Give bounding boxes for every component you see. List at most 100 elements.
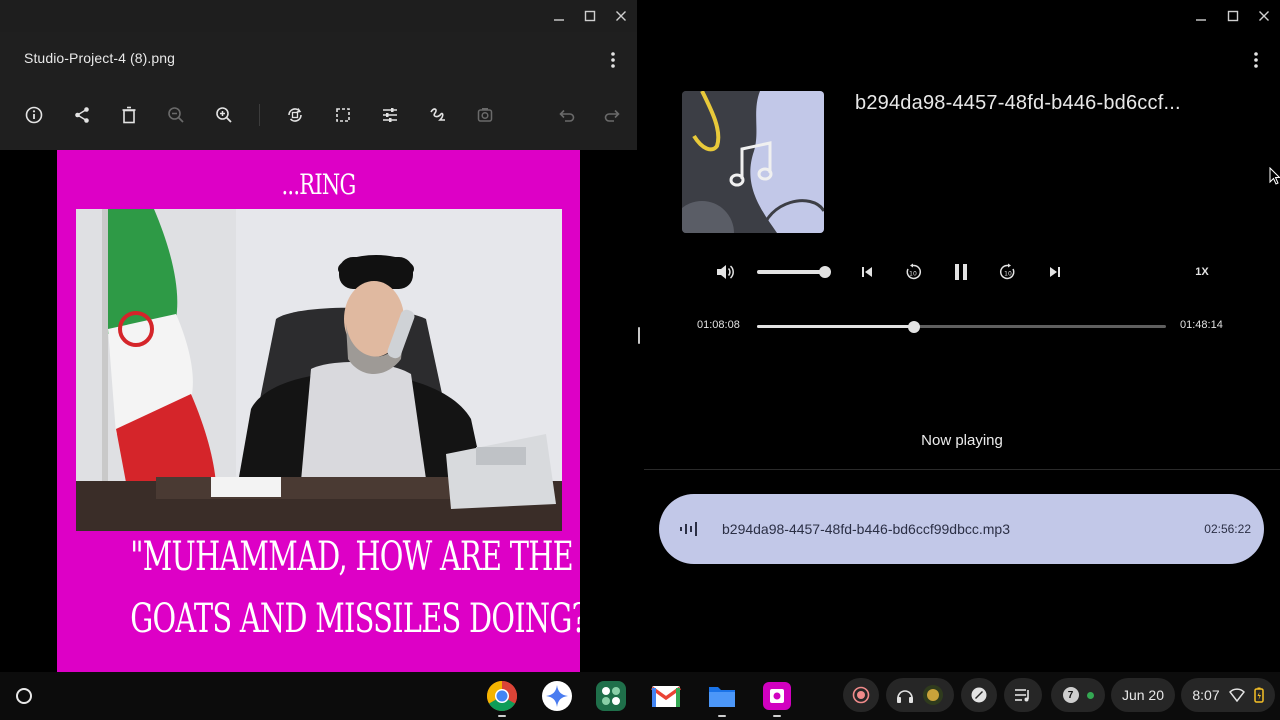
- rotate-button[interactable]: [283, 103, 307, 127]
- lens-button[interactable]: [473, 103, 497, 127]
- zoom-in-icon: [216, 107, 232, 123]
- queue-item-name: b294da98-4457-48fd-b446-bd6ccf99dbcc.mp3: [722, 521, 1010, 537]
- apps-launcher-app[interactable]: [594, 679, 628, 713]
- now-playing-label: Now playing: [921, 432, 1003, 449]
- more-vert-icon: [1254, 52, 1258, 68]
- playback-speed-button[interactable]: 1X: [1190, 264, 1214, 280]
- volume-slider-thumb[interactable]: [819, 266, 831, 278]
- date-tray-button[interactable]: Jun 20: [1111, 678, 1175, 712]
- gmail-app[interactable]: [649, 679, 683, 713]
- photo-illustration: [76, 209, 562, 531]
- track-title: b294da98-4457-48fd-b446-bd6ccf...: [855, 92, 1181, 114]
- stylus-tools-icon: [971, 687, 987, 703]
- forward-10-button[interactable]: 10: [997, 261, 1019, 283]
- next-track-button[interactable]: [1045, 263, 1065, 281]
- close-icon: [616, 11, 626, 21]
- album-art: [682, 91, 824, 233]
- undo-icon: [559, 109, 575, 122]
- replay-10-icon: 10: [906, 263, 921, 280]
- running-indicator: [718, 715, 726, 717]
- info-icon: [25, 106, 43, 124]
- forward-10-icon: 10: [1000, 263, 1015, 280]
- tray-date: Jun 20: [1121, 687, 1165, 703]
- elapsed-time: 01:08:08: [697, 319, 740, 331]
- mouse-cursor-icon: [1269, 167, 1280, 185]
- status-area-button[interactable]: 8:07: [1181, 678, 1275, 712]
- meme-image: "MUHAMMAD, HOW ARE THE GOATS AND MISSILE…: [57, 150, 580, 672]
- seek-bar-progress: [757, 325, 915, 328]
- minimize-icon: [554, 19, 564, 21]
- wifi-icon: [1228, 688, 1245, 702]
- tray-time: 8:07: [1192, 687, 1220, 703]
- chrome-icon: [486, 681, 518, 712]
- rewind-10-button[interactable]: 10: [902, 261, 924, 283]
- status-dot-icon: [1086, 691, 1094, 699]
- gemini-app[interactable]: [540, 679, 574, 713]
- skip-previous-icon: [862, 267, 872, 277]
- zoom-in-button[interactable]: [212, 103, 236, 127]
- running-indicator: [773, 715, 781, 717]
- queue-item-duration: 02:56:22: [1204, 522, 1251, 536]
- rotate-icon: [288, 108, 302, 122]
- crop-button[interactable]: [331, 103, 355, 127]
- previous-track-button[interactable]: [857, 263, 877, 281]
- share-button[interactable]: [70, 103, 94, 127]
- svg-text:10: 10: [1004, 271, 1012, 278]
- volume-slider-track[interactable]: [757, 270, 825, 274]
- maximize-button[interactable]: [578, 6, 602, 26]
- minimize-icon: [1196, 19, 1206, 21]
- player-maximize-button[interactable]: [1221, 6, 1245, 26]
- files-icon: [709, 687, 735, 707]
- volume-icon: [717, 265, 734, 279]
- queue-item[interactable]: b294da98-4457-48fd-b446-bd6ccf99dbcc.mp3…: [659, 494, 1264, 564]
- screenshot-app-icon: [763, 682, 791, 710]
- lens-icon: [477, 108, 493, 122]
- notification-tray-button[interactable]: 7: [1051, 678, 1105, 712]
- media-tray-pill[interactable]: [886, 678, 954, 712]
- image-viewer-titlebar[interactable]: [0, 0, 637, 32]
- more-vert-icon: [611, 52, 615, 68]
- close-icon: [1259, 11, 1269, 21]
- info-button[interactable]: [22, 103, 46, 127]
- quick-playlist-button[interactable]: [1004, 678, 1042, 712]
- battery-charging-icon: [1253, 687, 1264, 703]
- screenshot-app[interactable]: [760, 679, 794, 713]
- close-button[interactable]: [609, 6, 633, 26]
- skip-next-icon: [1050, 267, 1060, 277]
- apps-icon: [596, 681, 626, 711]
- pause-button[interactable]: [949, 260, 973, 284]
- adjust-button[interactable]: [378, 103, 402, 127]
- player-close-button[interactable]: [1252, 6, 1276, 26]
- crop-icon: [336, 108, 350, 122]
- audio-waveform-icon: [680, 522, 697, 536]
- delete-button[interactable]: [117, 103, 141, 127]
- zoom-out-button[interactable]: [164, 103, 188, 127]
- annotate-button[interactable]: [426, 103, 450, 127]
- meme-caption-line2: GOATS AND MISSILES DOING?": [130, 596, 580, 642]
- launcher-button[interactable]: [8, 680, 40, 712]
- playlist-icon: [1015, 689, 1029, 702]
- chrome-app[interactable]: [485, 679, 519, 713]
- more-options-button[interactable]: [601, 48, 625, 72]
- volume-button[interactable]: [714, 261, 736, 283]
- running-indicator: [498, 715, 506, 717]
- gmail-icon: [650, 686, 682, 707]
- screen-record-button[interactable]: [843, 678, 879, 712]
- headphones-icon: [897, 690, 913, 703]
- meme-top-text: ...RING: [281, 168, 356, 201]
- undo-button[interactable]: [554, 103, 578, 127]
- share-icon: [75, 107, 89, 123]
- player-more-options-button[interactable]: [1246, 50, 1266, 70]
- minimize-button[interactable]: [547, 6, 571, 26]
- redo-button[interactable]: [601, 103, 625, 127]
- player-minimize-button[interactable]: [1189, 6, 1213, 26]
- files-app[interactable]: [705, 679, 739, 713]
- accessibility-tray-button[interactable]: [961, 678, 997, 712]
- launcher-icon: [16, 688, 32, 704]
- delete-icon: [122, 106, 136, 124]
- adjust-icon: [383, 108, 397, 122]
- now-playing-divider: [644, 469, 1280, 470]
- split-resize-handle[interactable]: [638, 327, 640, 344]
- music-note-artwork: [682, 91, 824, 233]
- total-duration: 01:48:14: [1180, 319, 1223, 331]
